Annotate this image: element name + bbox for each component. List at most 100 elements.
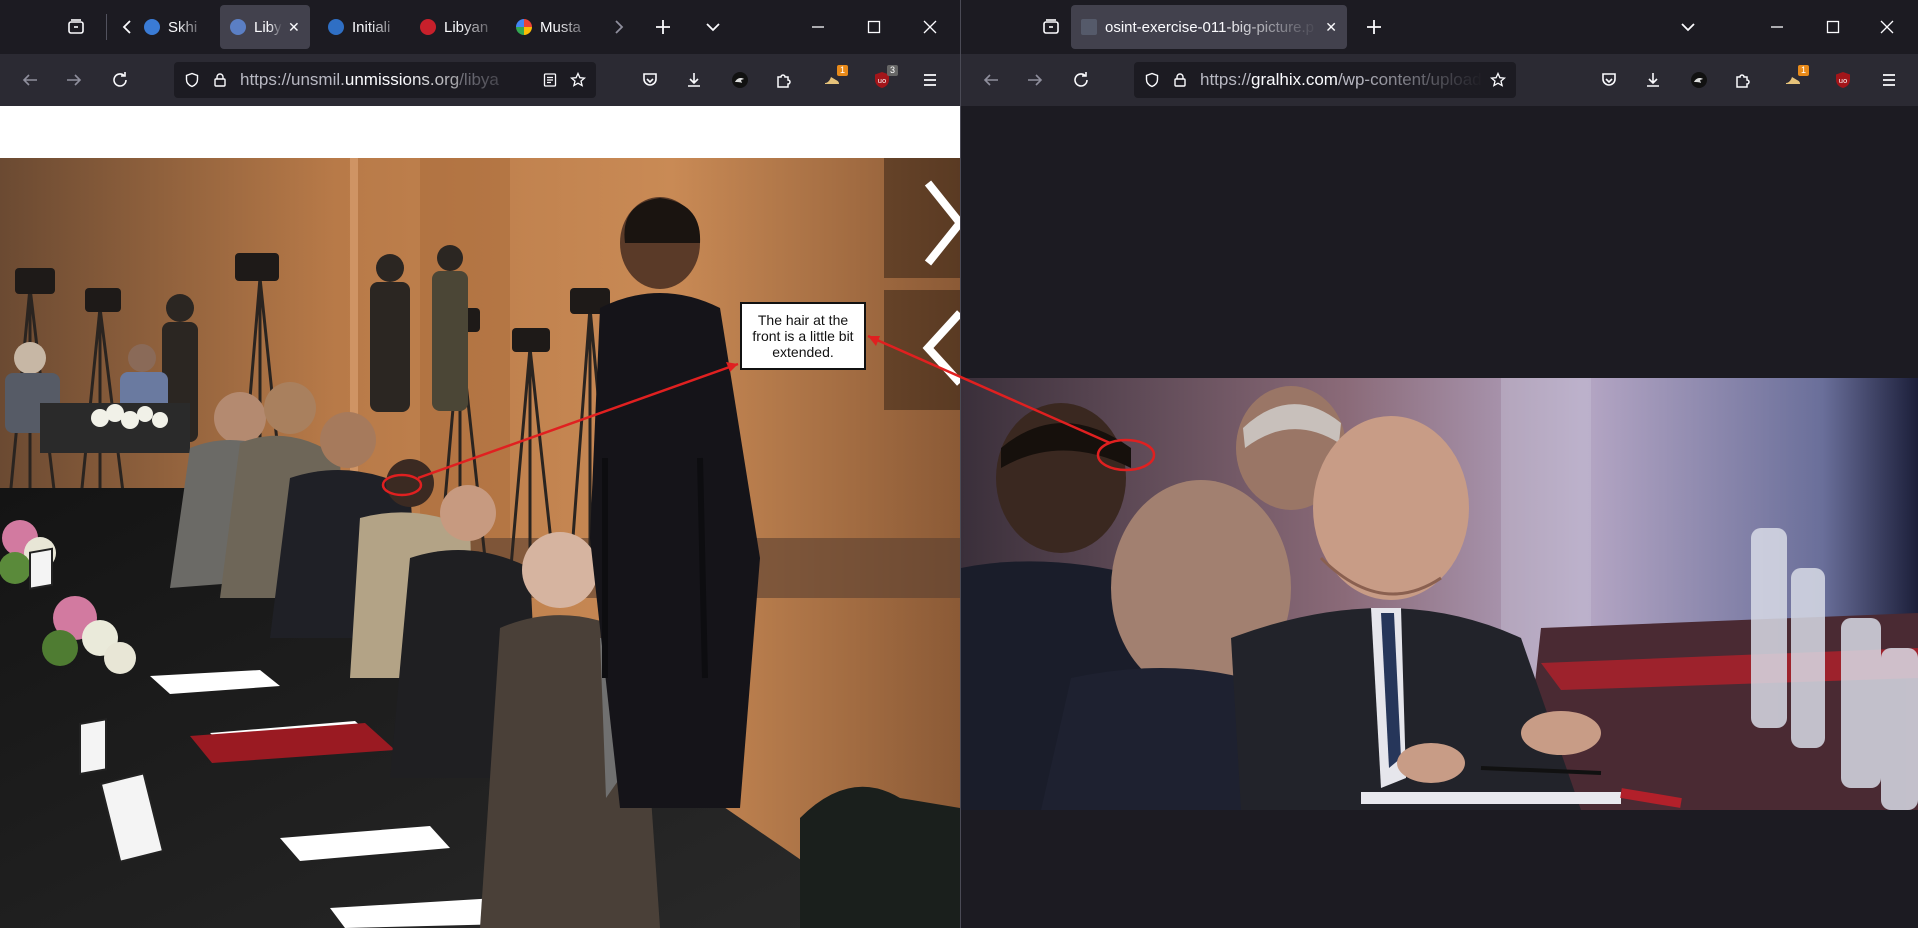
reload-button[interactable]	[104, 64, 136, 96]
tab-libyan[interactable]: Libyan	[410, 5, 500, 49]
ublock-origin-icon: uo	[1836, 72, 1850, 88]
tab-osint-exercise[interactable]: osint-exercise-011-big-picture.p ✕	[1071, 5, 1347, 49]
url-bar[interactable]: https://gralhix.com/wp-content/uploads	[1134, 62, 1516, 98]
downloads-button[interactable]	[678, 64, 710, 96]
url-text: https://gralhix.com/wp-content/uploads	[1200, 70, 1484, 90]
ublock-button[interactable]: uo 3	[866, 64, 898, 96]
bird-extension-icon	[732, 72, 748, 88]
arrow-right-icon	[67, 74, 82, 86]
puzzle-icon	[1736, 74, 1750, 88]
close-tab-icon[interactable]: ✕	[288, 19, 300, 36]
maximize-button[interactable]	[854, 11, 894, 43]
bookmark-button[interactable]	[1484, 62, 1512, 98]
reader-view-icon	[543, 73, 557, 87]
extension-button-orange[interactable]: 1	[816, 64, 848, 96]
firefox-view-icon	[1043, 19, 1059, 34]
url-prefix: https://unsmil.	[240, 70, 345, 89]
minimize-button[interactable]	[798, 11, 838, 43]
maximize-button[interactable]	[1813, 11, 1853, 43]
un-favicon-icon	[328, 19, 344, 35]
tracking-protection-icon[interactable]	[1138, 62, 1166, 98]
extension-button-bird[interactable]	[724, 64, 756, 96]
big-picture-photo	[961, 378, 1918, 810]
reload-button[interactable]	[1065, 64, 1097, 96]
forward-button[interactable]	[58, 64, 90, 96]
download-icon	[688, 73, 700, 87]
shield-icon	[185, 72, 199, 88]
tracking-protection-icon[interactable]	[178, 62, 206, 98]
site-security-icon[interactable]	[1166, 62, 1194, 98]
url-suffix: /wp-content/uploads	[1337, 70, 1484, 89]
extensions-button[interactable]	[768, 64, 800, 96]
star-icon	[570, 72, 586, 87]
reload-icon	[113, 72, 127, 87]
tab-label: Liby	[254, 18, 282, 36]
pocket-button[interactable]	[1593, 64, 1625, 96]
tab-initiali[interactable]: Initiali	[318, 5, 408, 49]
lock-icon	[1174, 73, 1186, 87]
blocked-count-badge: 3	[886, 65, 898, 76]
tab-libya-active[interactable]: Liby ✕	[220, 5, 310, 49]
close-icon	[923, 20, 937, 34]
pocket-icon	[1602, 73, 1616, 86]
list-all-tabs-button[interactable]	[697, 11, 729, 43]
tab-skhira[interactable]: Skhira	[140, 5, 208, 49]
left-browser-window: Skhira Liby ✕ Initiali Libyan Musta	[0, 0, 960, 928]
close-window-button[interactable]	[1867, 11, 1907, 43]
globe-favicon-icon	[144, 19, 160, 35]
arrow-left-icon	[22, 74, 37, 86]
tab-label: Skhira	[168, 18, 198, 36]
reload-icon	[1074, 72, 1088, 87]
notification-badge: 1	[836, 65, 848, 76]
scroll-tabs-right-button[interactable]	[602, 11, 634, 43]
close-tab-icon[interactable]: ✕	[1325, 19, 1337, 36]
signing-ceremony-photo	[0, 158, 960, 928]
image-favicon-icon	[1081, 19, 1097, 35]
maximize-icon	[867, 20, 881, 34]
pocket-button[interactable]	[634, 64, 666, 96]
url-bar[interactable]: https://unsmil.unmissions.org/libya	[174, 62, 596, 98]
firefox-view-button[interactable]	[60, 11, 92, 43]
extension-button-orange[interactable]: 1	[1777, 64, 1809, 96]
close-window-button[interactable]	[910, 11, 950, 43]
pocket-icon	[643, 73, 657, 86]
site-security-icon[interactable]	[206, 62, 234, 98]
firefox-view-icon	[68, 19, 84, 34]
back-button[interactable]	[14, 64, 46, 96]
app-menu-button[interactable]	[1873, 64, 1905, 96]
extensions-button[interactable]	[1727, 64, 1759, 96]
url-domain: unmissions.org	[344, 70, 460, 89]
back-button[interactable]	[975, 64, 1007, 96]
maximize-icon	[1826, 20, 1840, 34]
new-tab-button[interactable]	[647, 11, 679, 43]
un-favicon-icon	[230, 19, 246, 35]
minimize-button[interactable]	[1757, 11, 1797, 43]
bird-extension-icon	[1691, 72, 1707, 88]
arrow-right-icon	[1028, 74, 1043, 86]
chevron-right-icon	[615, 20, 624, 34]
chevron-down-icon	[1681, 23, 1695, 32]
navigation-toolbar: https://gralhix.com/wp-content/uploads 1	[961, 54, 1918, 106]
arrow-left-icon	[983, 74, 998, 86]
lock-icon	[214, 73, 226, 87]
extension-button-bird[interactable]	[1683, 64, 1715, 96]
tab-musta[interactable]: Musta	[506, 5, 596, 49]
list-all-tabs-button[interactable]	[1672, 11, 1704, 43]
tab-separator	[106, 14, 107, 40]
firefox-view-button[interactable]	[1035, 11, 1067, 43]
tab-strip: osint-exercise-011-big-picture.p ✕	[961, 0, 1918, 54]
ublock-button[interactable]: uo	[1827, 64, 1859, 96]
bookmark-button[interactable]	[564, 62, 592, 98]
shield-icon	[1145, 72, 1159, 88]
url-prefix: https://	[1200, 70, 1252, 89]
forward-button[interactable]	[1019, 64, 1051, 96]
downloads-button[interactable]	[1637, 64, 1669, 96]
plus-icon	[656, 20, 670, 34]
url-text: https://unsmil.unmissions.org/libya	[240, 70, 536, 90]
reader-view-button[interactable]	[536, 62, 564, 98]
new-tab-button[interactable]	[1358, 11, 1390, 43]
puzzle-icon	[777, 74, 791, 88]
minimize-icon	[812, 26, 824, 28]
desktop: Skhira Liby ✕ Initiali Libyan Musta	[0, 0, 1918, 928]
app-menu-button[interactable]	[914, 64, 946, 96]
